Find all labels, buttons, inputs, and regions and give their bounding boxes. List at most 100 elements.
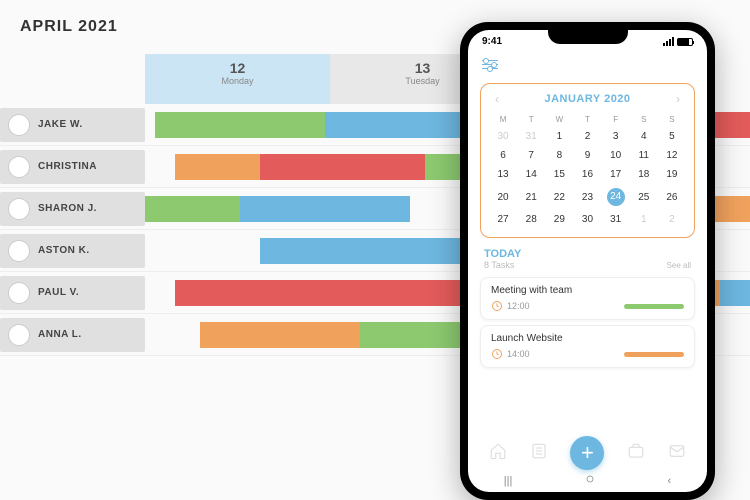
- filter-icon[interactable]: [482, 60, 498, 69]
- phone-notch: [548, 30, 628, 44]
- task-bar[interactable]: [240, 196, 410, 222]
- calendar-day[interactable]: 1: [630, 210, 658, 229]
- calendar-day[interactable]: 24: [602, 184, 630, 210]
- task-progress-bar: [624, 304, 684, 309]
- calendar-title: JANUARY 2020: [544, 93, 630, 105]
- status-time: 9:41: [482, 36, 502, 47]
- bottom-nav: +: [468, 436, 707, 470]
- recent-apps-button[interactable]: |||: [504, 475, 513, 487]
- avatar: [8, 324, 30, 346]
- today-task-count: 8 Tasks: [484, 260, 521, 270]
- task-bar[interactable]: [715, 112, 750, 138]
- calendar-grid: MTWTFSS 30311234567891011121314151617181…: [489, 112, 686, 229]
- person-label[interactable]: JAKE W.: [0, 108, 145, 142]
- avatar: [8, 114, 30, 136]
- signal-icon: [663, 37, 674, 46]
- calendar-day[interactable]: 3: [602, 127, 630, 146]
- task-bar[interactable]: [715, 196, 750, 222]
- calendar-day[interactable]: 31: [602, 210, 630, 229]
- task-bar[interactable]: [720, 280, 750, 306]
- today-label: TODAY: [484, 248, 521, 260]
- calendar-dow: S: [658, 112, 686, 127]
- person-label[interactable]: SHARON J.: [0, 192, 145, 226]
- person-label[interactable]: PAUL V.: [0, 276, 145, 310]
- calendar-dow: M: [489, 112, 517, 127]
- next-month-button[interactable]: ›: [676, 92, 680, 106]
- calendar-day[interactable]: 2: [573, 127, 601, 146]
- task-time: 14:00: [491, 348, 530, 360]
- calendar-day[interactable]: 9: [573, 146, 601, 165]
- calendar-card: ‹ JANUARY 2020 › MTWTFSS 303112345678910…: [480, 83, 695, 238]
- avatar: [8, 240, 30, 262]
- person-label[interactable]: CHRISTINA: [0, 150, 145, 184]
- task-card[interactable]: Launch Website 14:00: [480, 325, 695, 368]
- task-title: Launch Website: [491, 333, 684, 344]
- task-card[interactable]: Meeting with team 12:00: [480, 277, 695, 320]
- task-bar[interactable]: [175, 154, 260, 180]
- battery-icon: [677, 38, 693, 46]
- home-icon[interactable]: [489, 442, 507, 465]
- back-button[interactable]: ‹: [668, 475, 672, 487]
- list-icon[interactable]: [530, 442, 548, 465]
- calendar-day[interactable]: 20: [489, 184, 517, 210]
- avatar: [8, 156, 30, 178]
- home-button[interactable]: [584, 473, 596, 488]
- calendar-day[interactable]: 5: [658, 127, 686, 146]
- calendar-day[interactable]: 2: [658, 210, 686, 229]
- clock-icon: [491, 300, 503, 312]
- calendar-day[interactable]: 15: [545, 165, 573, 184]
- calendar-day[interactable]: 27: [489, 210, 517, 229]
- avatar: [8, 282, 30, 304]
- calendar-day[interactable]: 23: [573, 184, 601, 210]
- task-title: Meeting with team: [491, 285, 684, 296]
- calendar-day[interactable]: 13: [489, 165, 517, 184]
- mail-icon[interactable]: [668, 442, 686, 465]
- calendar-day[interactable]: 16: [573, 165, 601, 184]
- calendar-day[interactable]: 25: [630, 184, 658, 210]
- person-label[interactable]: ASTON K.: [0, 234, 145, 268]
- calendar-day[interactable]: 17: [602, 165, 630, 184]
- calendar-day[interactable]: 30: [573, 210, 601, 229]
- task-time: 12:00: [491, 300, 530, 312]
- calendar-day[interactable]: 18: [630, 165, 658, 184]
- day-column-monday[interactable]: 12 Monday: [145, 54, 330, 104]
- calendar-day[interactable]: 12: [658, 146, 686, 165]
- see-all-link[interactable]: See all: [667, 261, 691, 270]
- task-bar[interactable]: [200, 322, 360, 348]
- briefcase-icon[interactable]: [627, 442, 645, 465]
- calendar-day[interactable]: 6: [489, 146, 517, 165]
- task-bar[interactable]: [155, 112, 325, 138]
- phone-frame: 9:41 ‹ JANUARY 2020 › MTWTFSS 3031123456…: [460, 22, 715, 500]
- task-bar[interactable]: [260, 154, 425, 180]
- task-bar[interactable]: [175, 280, 505, 306]
- calendar-day[interactable]: 11: [630, 146, 658, 165]
- calendar-dow: T: [517, 112, 545, 127]
- calendar-day[interactable]: 30: [489, 127, 517, 146]
- calendar-day[interactable]: 29: [545, 210, 573, 229]
- calendar-dow: F: [602, 112, 630, 127]
- calendar-day[interactable]: 7: [517, 146, 545, 165]
- android-nav-bar: ||| ‹: [468, 473, 707, 488]
- calendar-day[interactable]: 19: [658, 165, 686, 184]
- calendar-day[interactable]: 21: [517, 184, 545, 210]
- avatar: [8, 198, 30, 220]
- calendar-day[interactable]: 1: [545, 127, 573, 146]
- calendar-day[interactable]: 26: [658, 184, 686, 210]
- person-label[interactable]: ANNA L.: [0, 318, 145, 352]
- calendar-day[interactable]: 14: [517, 165, 545, 184]
- calendar-day[interactable]: 4: [630, 127, 658, 146]
- task-progress-bar: [624, 352, 684, 357]
- prev-month-button[interactable]: ‹: [495, 92, 499, 106]
- add-button[interactable]: +: [570, 436, 604, 470]
- calendar-dow: T: [573, 112, 601, 127]
- calendar-day[interactable]: 8: [545, 146, 573, 165]
- task-bar[interactable]: [145, 196, 240, 222]
- clock-icon: [491, 348, 503, 360]
- phone-screen: 9:41 ‹ JANUARY 2020 › MTWTFSS 3031123456…: [468, 30, 707, 492]
- calendar-day[interactable]: 28: [517, 210, 545, 229]
- calendar-day[interactable]: 22: [545, 184, 573, 210]
- calendar-day[interactable]: 31: [517, 127, 545, 146]
- calendar-dow: W: [545, 112, 573, 127]
- calendar-dow: S: [630, 112, 658, 127]
- calendar-day[interactable]: 10: [602, 146, 630, 165]
